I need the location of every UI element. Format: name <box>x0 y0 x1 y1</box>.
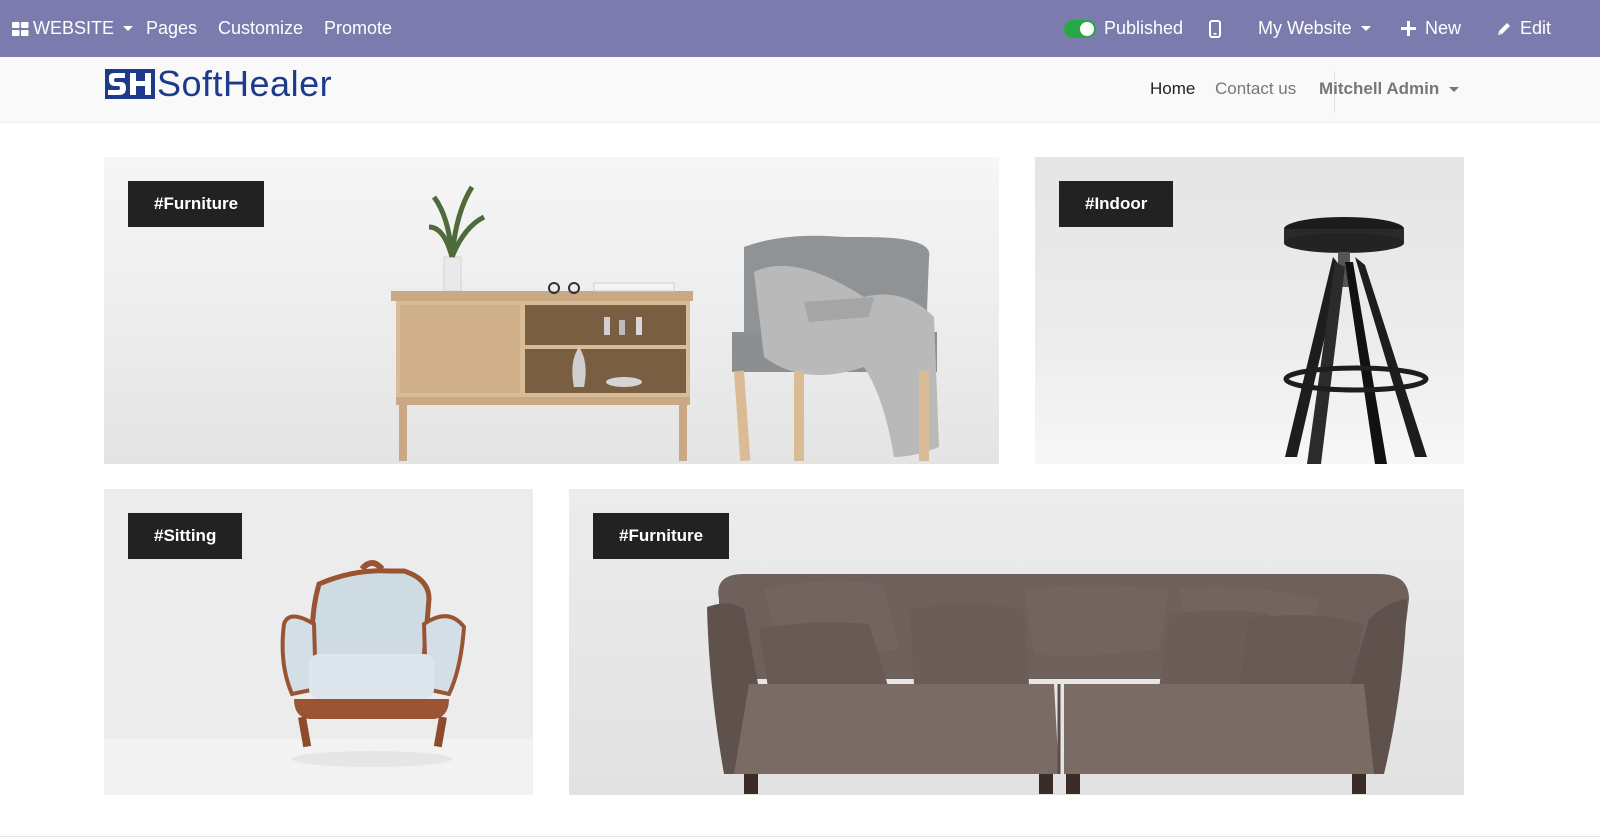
toggle-switch-icon <box>1064 19 1096 38</box>
softhealer-logo-icon <box>105 69 155 99</box>
menu-pages[interactable]: Pages <box>146 0 197 57</box>
website-selector[interactable]: My Website <box>1258 0 1371 57</box>
edit-label: Edit <box>1520 18 1552 38</box>
mobile-icon <box>1209 19 1221 38</box>
menu-promote[interactable]: Promote <box>324 0 392 57</box>
chevron-down-icon <box>1360 26 1371 31</box>
admin-topbar: WEBSITE Pages Customize Promote Publishe… <box>0 0 1600 57</box>
site-logo[interactable]: SoftHealer <box>105 63 333 104</box>
pencil-icon <box>1498 22 1510 35</box>
website-app-label: WEBSITE <box>33 18 115 38</box>
menu-customize[interactable]: Customize <box>218 0 303 57</box>
nav-home[interactable]: Home <box>1150 79 1195 99</box>
tag-furniture[interactable]: #Furniture <box>128 181 265 227</box>
chevron-down-icon <box>1449 86 1460 92</box>
tag-sitting[interactable]: #Sitting <box>128 513 243 559</box>
mobile-preview-button[interactable] <box>1209 0 1221 57</box>
edit-button[interactable]: Edit <box>1496 0 1551 57</box>
category-card-sitting[interactable]: #Sitting <box>104 489 533 795</box>
apps-grid-icon <box>12 21 29 36</box>
user-name: Mitchell Admin <box>1319 79 1440 98</box>
published-label: Published <box>1104 18 1184 38</box>
user-menu[interactable]: Mitchell Admin <box>1319 79 1460 99</box>
category-card-furniture[interactable]: #Furniture <box>104 157 999 464</box>
category-card-indoor[interactable]: #Indoor <box>1035 157 1464 464</box>
nav-contact-us[interactable]: Contact us <box>1215 79 1296 99</box>
site-header: SoftHealer Home Contact us Mitchell Admi… <box>0 57 1600 123</box>
chevron-down-icon <box>123 26 134 31</box>
published-toggle[interactable]: Published <box>1064 0 1183 57</box>
tag-furniture-sofa[interactable]: #Furniture <box>593 513 730 559</box>
new-button[interactable]: New <box>1401 0 1461 57</box>
website-app-menu[interactable]: WEBSITE <box>12 0 134 57</box>
website-selector-label: My Website <box>1258 18 1352 38</box>
new-label: New <box>1425 18 1462 38</box>
page-bottom-divider <box>0 836 1600 837</box>
logo-text: SoftHealer <box>157 63 333 104</box>
category-card-furniture-sofa[interactable]: #Furniture <box>569 489 1464 795</box>
tag-indoor[interactable]: #Indoor <box>1059 181 1174 227</box>
plus-icon <box>1401 21 1416 36</box>
